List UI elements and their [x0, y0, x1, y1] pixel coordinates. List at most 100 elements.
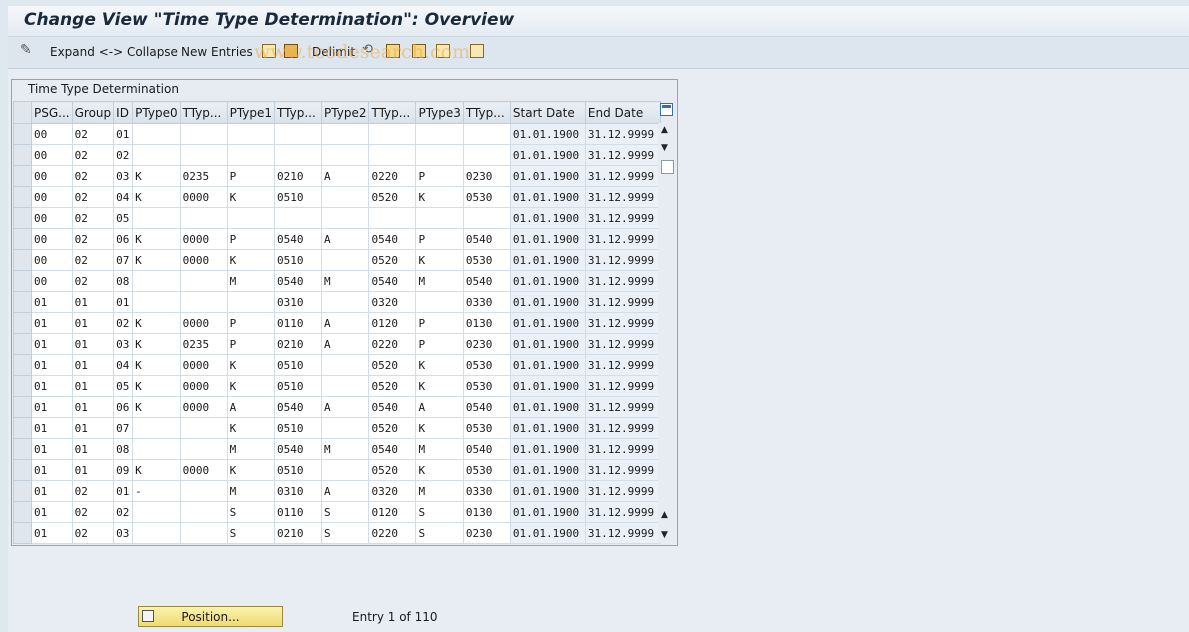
- table-cell[interactable]: 0000: [179, 228, 228, 250]
- table-cell[interactable]: 0110: [274, 312, 323, 334]
- table-cell[interactable]: 0540: [274, 396, 323, 418]
- column-header[interactable]: PType3: [415, 101, 464, 124]
- new-entries-button[interactable]: New Entries: [181, 45, 253, 59]
- table-cell[interactable]: 0520: [368, 417, 417, 439]
- table-cell[interactable]: 31.12.9999: [584, 186, 661, 208]
- row-selector[interactable]: [13, 186, 32, 208]
- table-cell[interactable]: K: [415, 354, 464, 376]
- table-cell[interactable]: 31.12.9999: [584, 480, 661, 502]
- table-cell[interactable]: K: [415, 459, 464, 481]
- table-cell[interactable]: 0540: [368, 270, 417, 292]
- table-cell[interactable]: [226, 123, 276, 145]
- table-cell[interactable]: S: [415, 501, 464, 523]
- row-selector[interactable]: [13, 249, 32, 271]
- table-cell[interactable]: A: [321, 165, 370, 187]
- row-selector[interactable]: [13, 333, 32, 355]
- table-cell[interactable]: [226, 144, 276, 166]
- table-cell[interactable]: M: [226, 270, 276, 292]
- table-cell[interactable]: 01.01.1900: [509, 333, 586, 355]
- table-cell[interactable]: 0000: [179, 312, 228, 334]
- undo-change-icon[interactable]: ⟲: [362, 42, 376, 57]
- table-row[interactable]: 00 02 02 01.01.1900 31.12.9999: [13, 144, 661, 166]
- table-cell[interactable]: K: [132, 396, 181, 418]
- table-cell[interactable]: [132, 144, 181, 166]
- table-cell[interactable]: 01.01.1900: [509, 417, 586, 439]
- table-cell[interactable]: M: [415, 480, 464, 502]
- column-header[interactable]: Group: [71, 101, 115, 124]
- table-cell[interactable]: K: [132, 228, 181, 250]
- table-cell[interactable]: 31.12.9999: [584, 165, 661, 187]
- table-cell[interactable]: 0110: [274, 501, 323, 523]
- table-cell[interactable]: P: [415, 312, 464, 334]
- table-cell[interactable]: 0540: [462, 438, 511, 460]
- vertical-scrollbar[interactable]: ▲ ▼ ▲ ▼: [658, 123, 676, 543]
- table-cell[interactable]: K: [226, 186, 276, 208]
- table-cell[interactable]: K: [226, 417, 276, 439]
- table-row[interactable]: 01 01 01 0310 0320 0330 01.01.1900 31.12.9999: [13, 291, 661, 313]
- table-cell[interactable]: [415, 291, 464, 313]
- table-cell[interactable]: K: [132, 186, 181, 208]
- table-cell[interactable]: [132, 522, 181, 544]
- table-cell[interactable]: 01.01.1900: [509, 354, 586, 376]
- table-cell[interactable]: 0130: [462, 501, 511, 523]
- table-cell[interactable]: 0000: [179, 354, 228, 376]
- table-cell[interactable]: 01.01.1900: [509, 270, 586, 292]
- column-header[interactable]: PType0: [132, 101, 181, 124]
- table-cell[interactable]: 0540: [462, 228, 511, 250]
- row-selector[interactable]: [13, 459, 32, 481]
- table-cell[interactable]: 0320: [368, 480, 417, 502]
- table-cell[interactable]: [321, 375, 370, 397]
- page-down-icon[interactable]: ▼: [661, 530, 668, 540]
- display-change-icon[interactable]: ✎: [20, 42, 34, 58]
- table-cell[interactable]: [321, 207, 370, 229]
- table-cell[interactable]: 01.01.1900: [509, 375, 586, 397]
- table-cell[interactable]: 0120: [368, 312, 417, 334]
- table-cell[interactable]: 0210: [274, 333, 323, 355]
- table-cell[interactable]: 01.01.1900: [509, 480, 586, 502]
- table-cell[interactable]: 0520: [368, 375, 417, 397]
- table-cell[interactable]: 0000: [179, 249, 228, 271]
- row-selector[interactable]: [13, 375, 32, 397]
- table-cell[interactable]: [321, 459, 370, 481]
- table-cell[interactable]: M: [321, 270, 370, 292]
- table-cell[interactable]: [321, 249, 370, 271]
- table-cell[interactable]: A: [415, 396, 464, 418]
- table-cell[interactable]: -: [132, 480, 181, 502]
- table-cell[interactable]: 31.12.9999: [584, 312, 661, 334]
- table-row[interactable]: 01 01 03 K 0235 P 0210 A 0220 P 0230 01.01.1900 31.1…: [13, 333, 661, 355]
- table-cell[interactable]: [321, 144, 370, 166]
- row-selector[interactable]: [13, 354, 32, 376]
- table-cell[interactable]: K: [415, 249, 464, 271]
- table-cell[interactable]: [415, 144, 464, 166]
- table-cell[interactable]: 0230: [462, 333, 511, 355]
- table-cell[interactable]: 0520: [368, 354, 417, 376]
- table-cell[interactable]: 0510: [274, 375, 323, 397]
- table-cell[interactable]: 0220: [368, 165, 417, 187]
- table-cell[interactable]: 0220: [368, 522, 417, 544]
- table-cell[interactable]: [415, 207, 464, 229]
- table-cell[interactable]: [274, 123, 323, 145]
- table-cell[interactable]: M: [415, 270, 464, 292]
- table-cell[interactable]: 0310: [274, 291, 323, 313]
- table-cell[interactable]: 0000: [179, 375, 228, 397]
- table-cell[interactable]: 31.12.9999: [584, 459, 661, 481]
- table-cell[interactable]: [321, 291, 370, 313]
- table-cell[interactable]: P: [415, 165, 464, 187]
- table-cell[interactable]: M: [226, 480, 276, 502]
- table-cell[interactable]: K: [132, 333, 181, 355]
- table-cell[interactable]: S: [415, 522, 464, 544]
- table-cell[interactable]: [132, 123, 181, 145]
- table-cell[interactable]: S: [226, 522, 276, 544]
- table-row[interactable]: 01 01 05 K 0000 K 0510 0520 K 0530 01.01.1900 31.12…: [13, 375, 661, 397]
- table-cell[interactable]: [179, 480, 228, 502]
- table-row[interactable]: 00 02 05 01.01.1900 31.12.9999: [13, 207, 661, 229]
- table-cell[interactable]: 31.12.9999: [584, 144, 661, 166]
- table-cell[interactable]: K: [226, 249, 276, 271]
- table-cell[interactable]: [179, 144, 228, 166]
- table-cell[interactable]: 01.01.1900: [509, 207, 586, 229]
- table-cell[interactable]: 0330: [462, 291, 511, 313]
- table-cell[interactable]: 0220: [368, 333, 417, 355]
- table-cell[interactable]: 01.01.1900: [509, 501, 586, 523]
- delete-icon[interactable]: [284, 44, 298, 58]
- table-row[interactable]: 01 02 01- M 0310 A 0320 M 0330 01.01.1900 31.12.99…: [13, 480, 661, 502]
